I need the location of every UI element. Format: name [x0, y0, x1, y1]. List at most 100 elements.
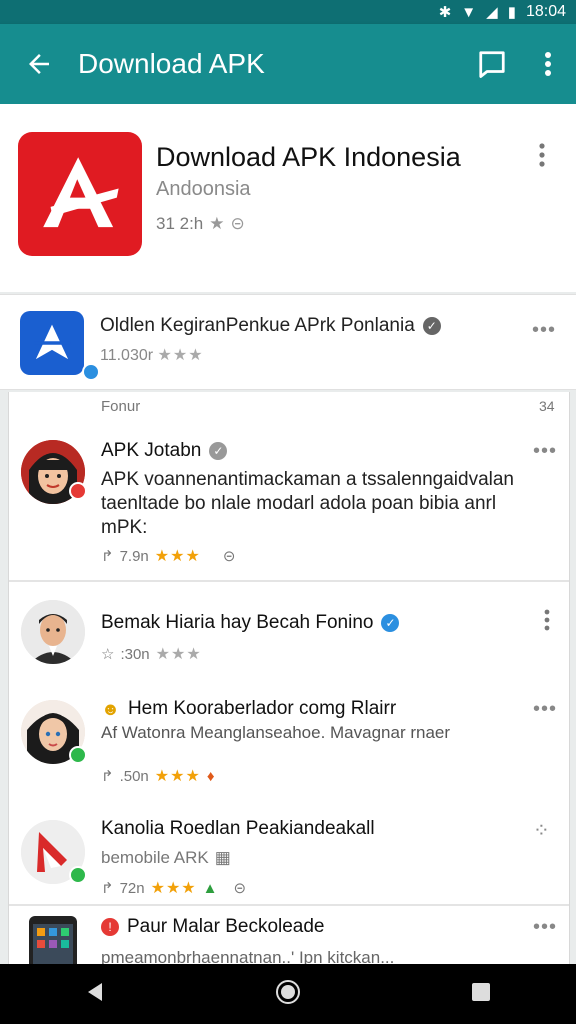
online-badge-icon — [69, 866, 87, 884]
overflow-menu-button[interactable] — [520, 24, 576, 104]
feed-count: 34 — [539, 398, 555, 414]
app-more-button[interactable] — [538, 142, 558, 172]
post-author-name: Paur Malar Beckoleade — [127, 916, 325, 937]
star-icon: ☆ — [101, 646, 115, 663]
post-meta-text: 7.9n — [119, 547, 149, 565]
content: Download APK Indonesia Andoonsia 31 2:h … — [0, 104, 576, 964]
app-grid-icon — [33, 924, 73, 964]
emoji-icon: ☻ — [101, 698, 120, 719]
post-body: Af Watonra Meanglanseahoe. Mavagnar rnae… — [101, 723, 451, 742]
back-arrow-icon — [29, 54, 49, 74]
system-nav-bar — [0, 964, 576, 1024]
post-subtitle-text: bemobile ARK — [101, 848, 209, 867]
signal-icon: ◢ — [486, 4, 498, 21]
post-author: APK Jotabn ✓ — [101, 440, 228, 462]
share-icon: ↱ — [101, 768, 114, 785]
verified-badge-icon — [82, 363, 100, 381]
bluetooth-icon: ✱ — [438, 4, 452, 21]
battery-icon: ▮ — [507, 4, 516, 21]
rating-stars: ★★★ — [155, 646, 202, 663]
back-button[interactable] — [0, 24, 78, 104]
triangle-icon: ▲ — [202, 879, 218, 897]
apk-logo-icon — [43, 157, 119, 228]
bell-icon: ♦ — [206, 767, 215, 785]
app-meta: 31 2:h ★ ⊝ — [156, 214, 245, 234]
list-item[interactable]: APK Jotabn ✓ APK voannenantimackaman a t… — [9, 432, 569, 582]
post-more-button[interactable]: ••• — [533, 698, 557, 721]
avatar — [21, 600, 85, 664]
post-author: ! Paur Malar Beckoleade — [101, 916, 325, 938]
comment-icon: ⊝ — [233, 880, 247, 897]
post-meta: ↱ 7.9n ★★★ ⊝ — [101, 546, 235, 566]
app-title: Download APK Indonesia — [156, 142, 461, 172]
share-icon: ↱ — [101, 880, 114, 897]
feed-list: Fonur 34 APK Jotabn ✓ APK voannenantimac… — [8, 392, 570, 964]
app-bar-title: Download APK — [78, 48, 265, 79]
app-bar: Download APK — [0, 24, 576, 104]
post-subtitle: bemobile ARK ▦ — [101, 848, 231, 868]
gallery-icon: ▦ — [214, 848, 231, 867]
related-app-meta-text: 11.030r — [100, 347, 154, 364]
more-vert-icon — [544, 609, 550, 631]
related-app-row[interactable]: Oldlen KegiranPenkue APrk Ponlania ✓ 11.… — [0, 294, 576, 390]
more-vert-icon — [539, 143, 545, 167]
related-app-name-text: Oldlen KegiranPenkue APrk Ponlania — [100, 315, 415, 336]
comment-icon: ⊝ — [230, 214, 245, 233]
post-more-button[interactable]: ••• — [533, 440, 557, 463]
nav-home-button[interactable] — [275, 979, 301, 1010]
related-app-meta: 11.030r ★★★ — [100, 345, 204, 365]
rating-stars: ★★★ — [154, 548, 201, 565]
row-more-button[interactable]: ••• — [532, 319, 556, 342]
app-developer[interactable]: Andoonsia — [156, 178, 251, 201]
avatar-illustration — [21, 600, 85, 664]
status-time: 18:04 — [525, 3, 566, 20]
post-meta-text: 72n — [119, 879, 145, 897]
post-meta: ↱ 72n ★★★ ▲ ⊝ — [101, 878, 246, 898]
post-meta-text: :30n — [120, 645, 150, 663]
list-item[interactable]: ! Paur Malar Beckoleade pmeamonbrhaennat… — [9, 912, 569, 964]
post-meta: ☆ :30n ★★★ — [101, 644, 202, 664]
post-more-button[interactable]: ••• — [533, 916, 557, 939]
share-icon: ↱ — [101, 548, 114, 565]
feed-header: Fonur — [101, 398, 141, 415]
related-app-icon — [20, 311, 100, 381]
list-item[interactable]: ☻ Hem Kooraberlador comg Rlairr Af Waton… — [9, 692, 569, 802]
nav-recents-button[interactable] — [470, 981, 492, 1008]
list-item[interactable]: Bemak Hiaria hay Becah Fonino ✓ ☆ :30n ★… — [9, 592, 569, 692]
chat-button[interactable] — [464, 24, 520, 104]
wifi-icon: ▼ — [461, 3, 477, 21]
post-meta: ↱ .50n ★★★ ♦ — [101, 766, 214, 786]
post-author-name: APK Jotabn — [101, 440, 202, 461]
app-header-card[interactable]: Download APK Indonesia Andoonsia 31 2:h … — [0, 104, 576, 292]
app-icon — [18, 132, 142, 256]
comment-icon: ⊝ — [222, 548, 236, 565]
nav-back-button[interactable] — [84, 981, 106, 1008]
youtube-badge-icon — [69, 482, 87, 500]
home-circle-icon — [275, 979, 300, 1004]
post-author: Bemak Hiaria hay Becah Fonino ✓ — [101, 612, 400, 634]
more-vert-icon — [545, 52, 551, 76]
post-more-button[interactable]: ⁘ — [533, 818, 551, 843]
online-badge-icon — [69, 746, 87, 764]
post-author: Kanolia Roedlan Peakiandeakall — [101, 818, 375, 839]
list-item[interactable]: Kanolia Roedlan Peakiandeakall bemobile … — [9, 812, 569, 912]
divider — [9, 904, 569, 906]
related-app-name: Oldlen KegiranPenkue APrk Ponlania ✓ — [100, 315, 441, 337]
rating-stars: ★★★ — [154, 768, 201, 785]
navigation-arrow-icon — [33, 324, 71, 360]
star-icon: ★ — [209, 214, 225, 233]
status-bar: ✱ ▼ ◢ ▮ 18:04 — [0, 0, 576, 24]
post-author-name: Bemak Hiaria hay Becah Fonino — [101, 612, 374, 633]
verified-icon: ✓ — [422, 317, 441, 335]
post-author-name: Hem Kooraberlador comg Rlairr — [127, 698, 397, 719]
rating-stars: ★★★ — [150, 880, 197, 897]
alert-icon: ! — [101, 918, 119, 936]
phone-thumbnail — [29, 916, 77, 964]
post-more-button[interactable] — [543, 608, 551, 637]
chat-icon — [479, 51, 505, 78]
post-body: APK voannenantimackaman a tssalenngaidva… — [101, 469, 514, 538]
verified-icon: ✓ — [381, 614, 400, 632]
post-meta-text: .50n — [119, 767, 149, 785]
back-triangle-icon — [88, 982, 103, 1001]
recents-square-icon — [471, 982, 490, 1001]
